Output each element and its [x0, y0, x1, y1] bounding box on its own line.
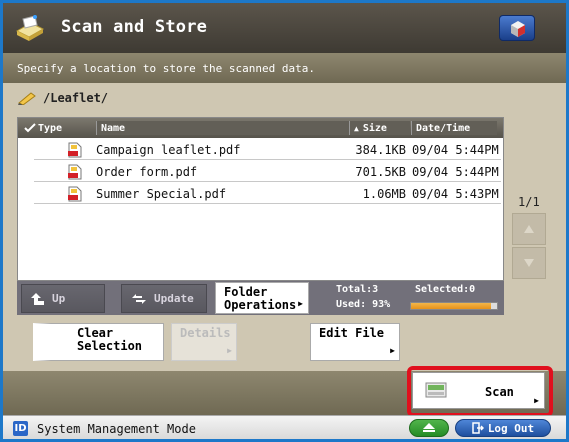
- page-title: Scan and Store: [61, 17, 208, 37]
- system-management-icon: ID: [13, 421, 28, 436]
- pdf-file-icon: [68, 142, 82, 158]
- clear-selection-label-2: Selection: [77, 339, 143, 353]
- storage-totals: Total:3 Used: 93%: [336, 284, 390, 310]
- pencil-folder-icon: [18, 92, 36, 105]
- triangle-down-icon: [524, 259, 534, 267]
- column-header-type[interactable]: Type: [38, 121, 62, 135]
- submenu-arrow-icon: ▶: [534, 396, 539, 405]
- folder-operations-label-2: Operations: [224, 298, 297, 312]
- scroll-down-button[interactable]: [512, 247, 546, 279]
- file-name: Order form.pdf: [96, 165, 198, 179]
- scanner-icon: [425, 382, 447, 398]
- submenu-arrow-icon: ▶: [227, 346, 232, 355]
- file-size: 1.06MB: [362, 187, 406, 201]
- app-window: Scan and Store Specify a location to sto…: [0, 0, 569, 442]
- file-size: 701.5KB: [355, 165, 406, 179]
- select-all-check-icon[interactable]: [24, 121, 38, 135]
- header-bar: Scan and Store: [3, 3, 566, 53]
- scroll-up-button[interactable]: [512, 213, 546, 245]
- cube-icon: [511, 21, 525, 37]
- total-count: Total:3: [336, 284, 379, 295]
- details-button[interactable]: Details ▶: [171, 323, 237, 361]
- scan-button-label: Scan: [485, 385, 514, 399]
- submenu-arrow-icon: ▶: [298, 299, 303, 308]
- column-header-date[interactable]: Date/Time: [411, 121, 497, 135]
- eject-icon: [423, 423, 435, 432]
- edit-file-button-label: Edit File: [319, 326, 385, 340]
- page-indicator: 1/1: [518, 195, 540, 209]
- file-name: Summer Special.pdf: [96, 187, 227, 201]
- edit-file-button[interactable]: Edit File ▶: [310, 323, 400, 361]
- up-button-label: Up: [52, 292, 66, 305]
- up-arrow-icon: [31, 292, 44, 305]
- up-button[interactable]: Up: [21, 284, 105, 313]
- update-button[interactable]: Update: [121, 284, 207, 313]
- info-button[interactable]: [499, 15, 535, 41]
- table-row[interactable]: Summer Special.pdf 1.06MB 09/04 5:43PM: [34, 184, 501, 204]
- triangle-up-icon: [524, 225, 534, 233]
- current-path: /Leaflet/: [43, 91, 109, 105]
- logout-button[interactable]: Log Out: [455, 419, 551, 437]
- pdf-file-icon: [68, 164, 82, 180]
- column-header-name[interactable]: Name: [96, 121, 349, 135]
- folder-operations-button[interactable]: Folder Operations ▶: [215, 282, 309, 314]
- file-date: 09/04 5:43PM: [412, 187, 499, 201]
- details-button-label: Details: [180, 326, 231, 340]
- column-header-size[interactable]: ▲ Size: [349, 121, 410, 135]
- clear-selection-button[interactable]: Clear Selection: [33, 323, 164, 361]
- pdf-file-icon: [68, 186, 82, 202]
- breadcrumb: /Leaflet/: [17, 91, 108, 105]
- selected-count: Selected:0: [415, 284, 476, 295]
- logout-button-label: Log Out: [487, 421, 535, 435]
- table-row[interactable]: Order form.pdf 701.5KB 09/04 5:44PM: [34, 162, 501, 182]
- table-row[interactable]: Campaign leaflet.pdf 384.1KB 09/04 5:44P…: [34, 140, 501, 160]
- eject-button[interactable]: [409, 419, 449, 437]
- file-date: 09/04 5:44PM: [412, 165, 499, 179]
- update-button-label: Update: [154, 292, 194, 305]
- file-name: Campaign leaflet.pdf: [96, 143, 241, 157]
- storage-usage-bar: [410, 302, 498, 310]
- file-list[interactable]: Type Name ▲ Size Date/Time Campaign leaf…: [17, 117, 504, 281]
- instruction-text: Specify a location to store the scanned …: [3, 53, 566, 83]
- submenu-arrow-icon: ▶: [390, 346, 395, 355]
- storage-usage-fill: [411, 303, 491, 309]
- sort-ascending-icon: ▲: [354, 123, 359, 133]
- scan-and-store-logo-icon: [15, 15, 45, 41]
- column-header-size-label: Size: [362, 122, 387, 134]
- file-size: 384.1KB: [355, 143, 406, 157]
- system-mode-text: System Management Mode: [37, 422, 196, 436]
- logout-icon: [472, 422, 484, 434]
- scan-button[interactable]: Scan ▶: [412, 372, 545, 409]
- refresh-icon: [132, 293, 146, 304]
- file-list-header: Type Name ▲ Size Date/Time: [18, 118, 503, 138]
- file-date: 09/04 5:44PM: [412, 143, 499, 157]
- used-percentage: Used: 93%: [336, 299, 391, 310]
